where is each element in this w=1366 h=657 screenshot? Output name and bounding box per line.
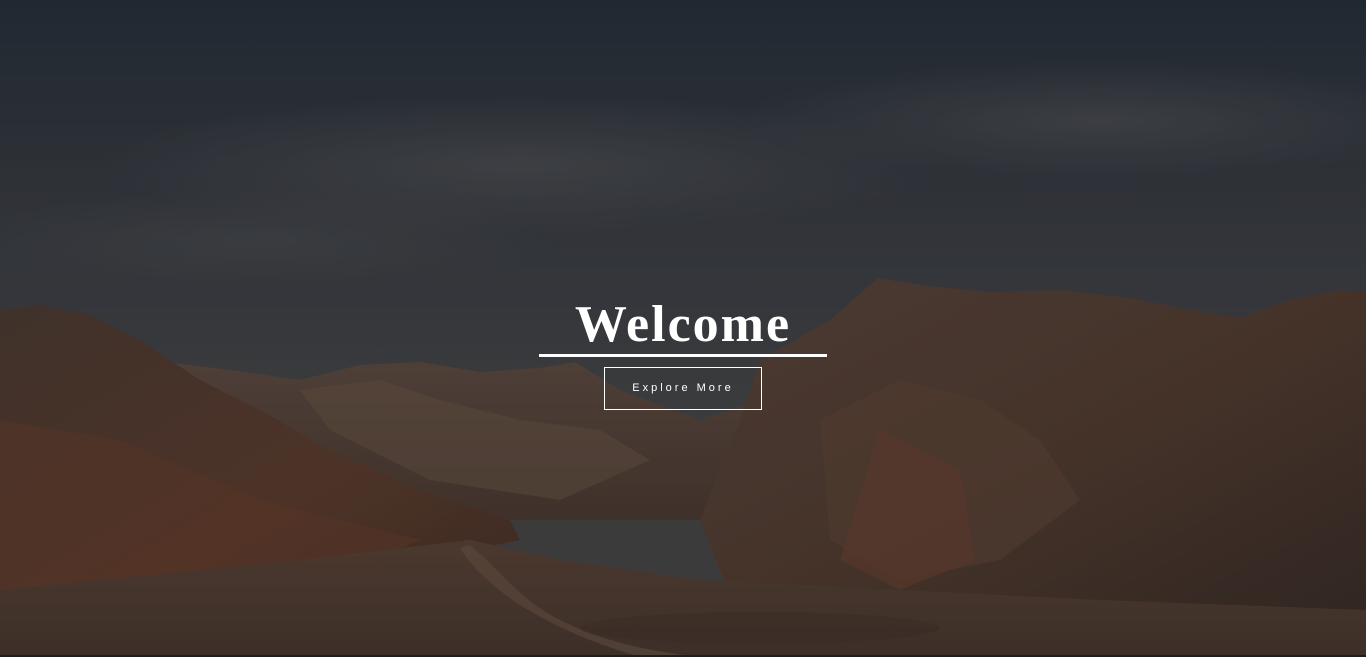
hero-button-wrap: Explore More: [0, 367, 1366, 410]
explore-more-button[interactable]: Explore More: [604, 367, 762, 410]
hero-content: Welcome Explore More: [0, 296, 1366, 410]
hero-section: Welcome Explore More: [0, 0, 1366, 657]
hero-title: Welcome: [538, 296, 828, 357]
